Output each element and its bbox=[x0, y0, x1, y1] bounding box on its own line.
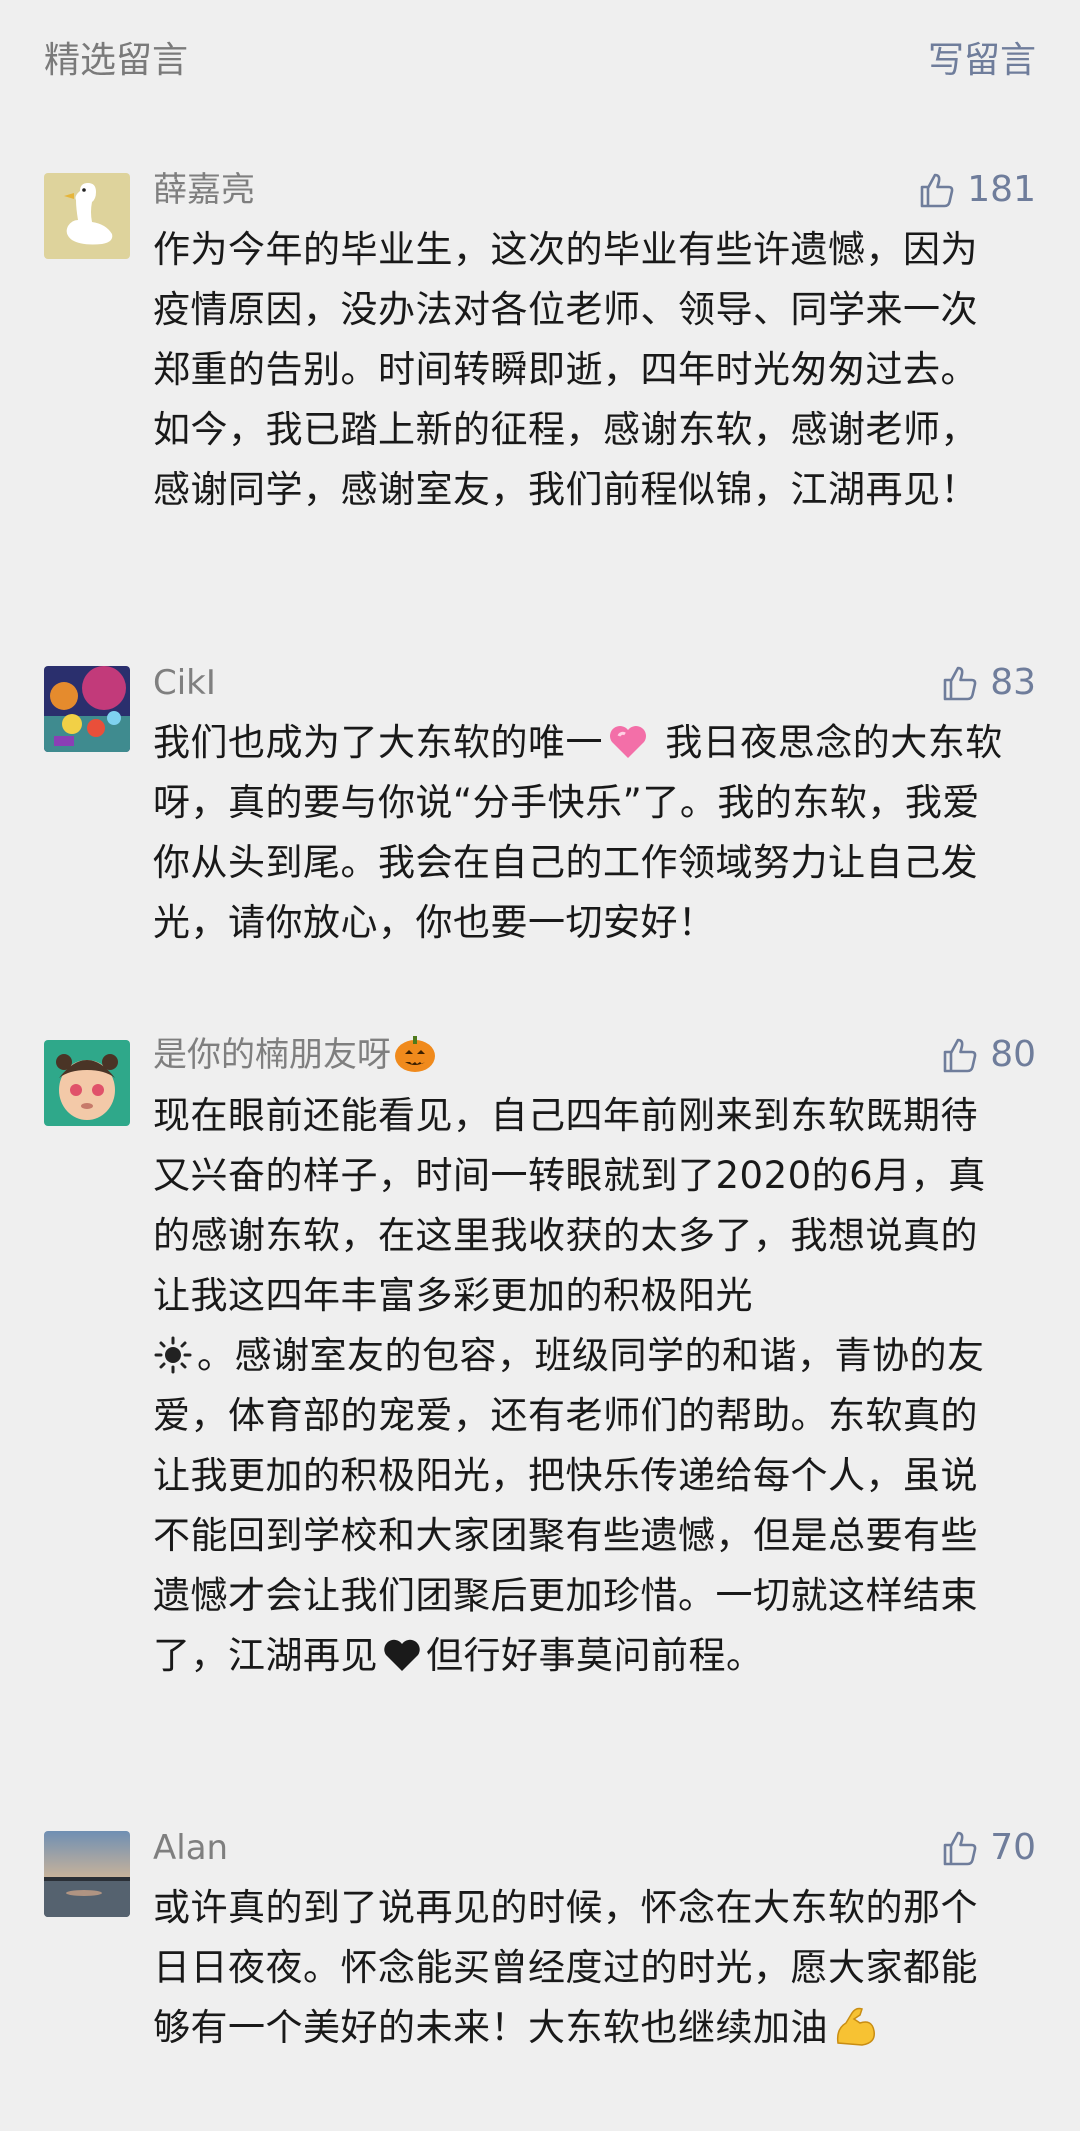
comment-text-part: 。感谢室友的包容，班级同学的和谐，青协的友爱，体育部的宠爱，还有老师们的帮助。东… bbox=[153, 1334, 985, 1677]
like-count: 80 bbox=[990, 1034, 1036, 1075]
thumbs-up-icon bbox=[943, 666, 977, 701]
comment-text-part: 现在眼前还能看见，自己四年前刚来到东软既期待又兴奋的样子，时间一转眼就到了202… bbox=[153, 1094, 986, 1317]
featured-comments-title: 精选留言 bbox=[44, 40, 189, 81]
like-count: 70 bbox=[990, 1827, 1036, 1868]
thumbs-up-icon bbox=[943, 1038, 977, 1073]
avatar[interactable] bbox=[44, 1040, 130, 1126]
flexed-biceps-icon bbox=[832, 2003, 878, 2047]
thumbs-up-icon bbox=[920, 173, 954, 208]
comment-text: 或许真的到了说再见的时候，怀念在大东软的那个日日夜夜。怀念能买曾经度过的时光，愿… bbox=[153, 1878, 1013, 2058]
sun-icon bbox=[153, 1335, 193, 1375]
like-count: 181 bbox=[967, 169, 1036, 210]
like-button[interactable]: 80 bbox=[940, 1030, 1036, 1080]
sparkling-heart-icon bbox=[607, 722, 649, 762]
child-photo-avatar-icon bbox=[44, 1040, 130, 1126]
pumpkin-icon bbox=[393, 1032, 437, 1074]
like-button[interactable]: 83 bbox=[940, 658, 1036, 708]
like-button[interactable]: 181 bbox=[917, 165, 1036, 215]
comment-text: 现在眼前还能看见，自己四年前刚来到东软既期待又兴奋的样子，时间一转眼就到了202… bbox=[153, 1086, 1013, 1686]
comment-text-part: 我们也成为了大东软的唯一 bbox=[153, 721, 603, 764]
nickname-text: 是你的楠朋友呀 bbox=[153, 1035, 391, 1075]
avatar[interactable] bbox=[44, 1831, 130, 1917]
comment-nickname: CikI bbox=[153, 663, 216, 703]
like-count: 83 bbox=[990, 662, 1036, 703]
goose-avatar-icon bbox=[44, 173, 130, 259]
black-heart-icon bbox=[382, 1637, 422, 1675]
avatar[interactable] bbox=[44, 666, 130, 752]
comment-text: 作为今年的毕业生，这次的毕业有些许遗憾，因为疫情原因，没办法对各位老师、领导、同… bbox=[153, 228, 978, 511]
comment-text-part: 但行好事莫问前程。 bbox=[426, 1634, 764, 1677]
like-button[interactable]: 70 bbox=[940, 1823, 1036, 1873]
comment-text: 我们也成为了大东软的唯一 我日夜思念的大东软呀，真的要与你说“分手快乐”了。我的… bbox=[153, 713, 1013, 953]
comment-nickname: Alan bbox=[153, 1828, 229, 1868]
write-comment-button[interactable]: 写留言 bbox=[928, 36, 1036, 86]
comments-header: 精选留言 写留言 bbox=[0, 0, 1080, 125]
colorful-scene-avatar-icon bbox=[44, 666, 130, 752]
avatar[interactable] bbox=[44, 173, 130, 259]
thumbs-up-icon bbox=[943, 1831, 977, 1866]
sunset-lake-avatar-icon bbox=[44, 1831, 130, 1917]
comment-nickname: 是你的楠朋友呀 bbox=[153, 1032, 441, 1078]
comment-nickname: 薛嘉亮 bbox=[153, 170, 255, 210]
